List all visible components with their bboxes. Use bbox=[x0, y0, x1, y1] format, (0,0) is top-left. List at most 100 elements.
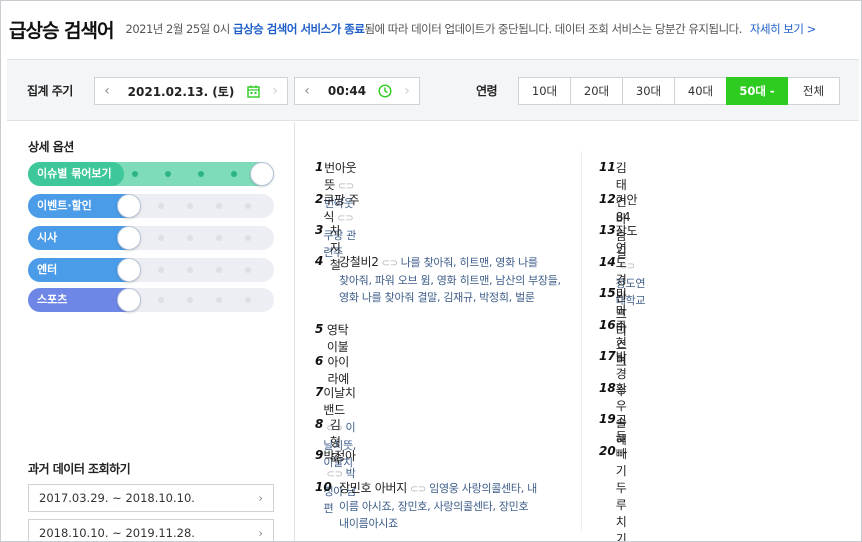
toggle-dot bbox=[187, 203, 193, 209]
related-keywords[interactable]: 이름 아시죠, 장민호, 사랑의콜센타, 장민호 bbox=[339, 498, 579, 515]
rank-keyword[interactable]: 아이라예 bbox=[327, 355, 349, 386]
rank-number: 6 bbox=[315, 354, 324, 368]
age-tab-40[interactable]: 40대 bbox=[674, 77, 727, 105]
past-data-title: 과거 데이터 조회하기 bbox=[28, 462, 131, 476]
toggle-dot bbox=[245, 203, 251, 209]
toggle-knob[interactable] bbox=[250, 162, 274, 186]
toggle-dot bbox=[245, 267, 251, 273]
toggle-knob[interactable] bbox=[117, 194, 141, 218]
toggle-dot bbox=[187, 297, 193, 303]
page-title: 급상승 검색어 bbox=[9, 19, 114, 42]
related-keywords[interactable]: 나를 찾아줘, 히트맨, 영화 나를 bbox=[401, 256, 538, 269]
toggle-label: 이슈별 묶어보기 bbox=[28, 162, 124, 186]
date-value: 2021.02.13. (토) bbox=[127, 84, 235, 99]
rank-number: 20 bbox=[599, 444, 616, 458]
time-value: 00:44 bbox=[327, 84, 367, 98]
rank-keyword[interactable]: 박정아 bbox=[323, 449, 356, 463]
calendar-icon[interactable] bbox=[243, 85, 263, 98]
toggle-knob[interactable] bbox=[117, 288, 141, 312]
age-label: 연령 bbox=[476, 84, 498, 98]
rank-keyword[interactable]: 이날치밴드 bbox=[323, 386, 356, 417]
toggle-dot bbox=[231, 171, 237, 177]
rank-keyword[interactable]: 기안84 bbox=[616, 193, 638, 224]
toggle-dot bbox=[187, 267, 193, 273]
rank-item[interactable]: 20 - bbox=[599, 444, 627, 461]
rank-item[interactable]: 4 강철비2 ⊂⊃ 나를 찾아줘, 히트맨, 영화 나를 찾아줘, 파워 오브 윔,… bbox=[315, 254, 579, 306]
related-keywords[interactable]: 임영웅 사랑의콜센타, 내 bbox=[429, 482, 537, 495]
past-range-label: 2017.03.29. ~ 2018.10.10. bbox=[39, 491, 195, 505]
prev-date-button[interactable]: ‹ bbox=[95, 83, 119, 99]
rank-number: 10 bbox=[315, 480, 332, 494]
toggle-dot bbox=[245, 235, 251, 241]
age-tab-50[interactable]: 50대 - bbox=[726, 77, 788, 105]
rank-keyword[interactable]: - bbox=[623, 445, 627, 459]
toggle-dot bbox=[216, 235, 222, 241]
window: 급상승 검색어 2021년 2월 25일 0시 급상승 검색어 서비스가 종료됨… bbox=[0, 0, 862, 542]
link-icon: ⊂⊃ bbox=[409, 484, 427, 495]
past-range-1[interactable]: 2017.03.29. ~ 2018.10.10. › bbox=[28, 484, 274, 512]
notice-text-post: 됨에 따라 데이터 업데이트가 중단됩니다. 데이터 조회 서비스는 당분간 유… bbox=[364, 22, 742, 36]
toggle-knob[interactable] bbox=[117, 226, 141, 250]
rank-keyword[interactable]: 강철비2 bbox=[339, 255, 379, 269]
related-keywords[interactable]: 내이름아시죠 bbox=[339, 515, 579, 532]
prev-time-button[interactable]: ‹ bbox=[295, 83, 319, 99]
toggle-entertainment[interactable]: 엔터 bbox=[28, 258, 274, 282]
rank-number: 4 bbox=[315, 254, 324, 268]
chevron-right-icon: › bbox=[258, 491, 263, 505]
age-tab-all[interactable]: 전체 bbox=[787, 77, 840, 105]
past-range-label: 2018.10.10. ~ 2019.11.28. bbox=[39, 526, 195, 540]
toggle-dot bbox=[216, 203, 222, 209]
link-icon: ⊂⊃ bbox=[381, 258, 398, 269]
toggle-event-sale[interactable]: 이벤트·할인 bbox=[28, 194, 274, 218]
rank-item[interactable]: 6 아이라예 bbox=[315, 354, 350, 388]
toggle-dot bbox=[216, 267, 222, 273]
toggle-dot bbox=[187, 235, 193, 241]
time-picker[interactable]: ‹ 00:44 › bbox=[294, 77, 420, 105]
toggle-dot bbox=[245, 297, 251, 303]
date-picker[interactable]: ‹ 2021.02.13. (토) › bbox=[94, 77, 288, 105]
rank-keyword[interactable]: 영탁 이불 bbox=[327, 323, 349, 354]
age-tab-30[interactable]: 30대 bbox=[622, 77, 675, 105]
notice-highlight: 급상승 검색어 서비스가 종료 bbox=[232, 22, 365, 36]
toggle-dot bbox=[158, 267, 164, 273]
toggle-sports[interactable]: 스포츠 bbox=[28, 288, 274, 312]
rank-item[interactable]: 10 장민호 아버지 ⊂⊃ 임영웅 사랑의콜센타, 내 이름 아시죠, 장민호, 사… bbox=[315, 480, 579, 532]
rank-item[interactable]: 12 기안84 bbox=[599, 192, 638, 226]
toggle-dot bbox=[158, 235, 164, 241]
rank-number: 12 bbox=[599, 192, 616, 206]
link-icon: ⊂⊃ bbox=[337, 181, 354, 192]
chevron-right-icon: › bbox=[258, 526, 263, 540]
toggle-dot bbox=[216, 297, 222, 303]
toggle-dot bbox=[158, 297, 164, 303]
service-notice: 2021년 2월 25일 0시 급상승 검색어 서비스가 종료됨에 따라 데이터… bbox=[126, 21, 743, 37]
toggle-current-affairs[interactable]: 시사 bbox=[28, 226, 274, 250]
next-date-button[interactable]: › bbox=[263, 83, 287, 99]
link-icon: ⊂⊃ bbox=[326, 469, 343, 480]
toggle-dot bbox=[198, 171, 204, 177]
period-label: 집계 주기 bbox=[27, 84, 73, 98]
toggle-issue-group[interactable]: 이슈별 묶어보기 bbox=[28, 162, 274, 186]
more-link[interactable]: 자세히 보기 > bbox=[750, 21, 816, 37]
age-tabs: 10대 20대 30대 40대 50대 - 전체 bbox=[518, 77, 840, 105]
related-keywords[interactable]: 영화 나를 찾아줘 결말, 김재규, 박정희, 벌룬 bbox=[339, 289, 579, 306]
age-tab-10[interactable]: 10대 bbox=[518, 77, 571, 105]
rank-keyword[interactable]: 장도연 bbox=[616, 224, 638, 255]
column-divider bbox=[581, 151, 582, 531]
header: 급상승 검색어 2021년 2월 25일 0시 급상승 검색어 서비스가 종료됨… bbox=[1, 1, 861, 57]
sidebar: 상세 옵션 이슈별 묶어보기 이벤트·할인 시사 엔터 스포츠 과거 데이터 조… bbox=[7, 122, 295, 541]
clock-icon[interactable] bbox=[375, 84, 395, 98]
age-tab-20[interactable]: 20대 bbox=[570, 77, 623, 105]
rank-item[interactable]: 19 고들빼기두루치기 bbox=[599, 412, 634, 541]
filter-toolbar: 집계 주기 ‹ 2021.02.13. (토) › ‹ 00:44 › 연령 1… bbox=[7, 59, 859, 121]
rank-number: 19 bbox=[599, 412, 616, 426]
past-range-2[interactable]: 2018.10.10. ~ 2019.11.28. › bbox=[28, 519, 274, 541]
rank-number: 5 bbox=[315, 322, 324, 336]
toggle-knob[interactable] bbox=[117, 258, 141, 282]
related-keywords[interactable]: 찾아줘, 파워 오브 윔, 영화 히트맨, 남산의 부장들, bbox=[339, 272, 579, 289]
options-title: 상세 옵션 bbox=[28, 140, 74, 154]
next-time-button[interactable]: › bbox=[395, 83, 419, 99]
rank-keyword[interactable]: 장민호 아버지 bbox=[339, 481, 407, 495]
toggle-dot bbox=[158, 203, 164, 209]
rank-keyword[interactable]: 고들빼기두루치기 bbox=[616, 413, 627, 541]
rank-item[interactable]: 5 영탁 이불 bbox=[315, 322, 350, 356]
